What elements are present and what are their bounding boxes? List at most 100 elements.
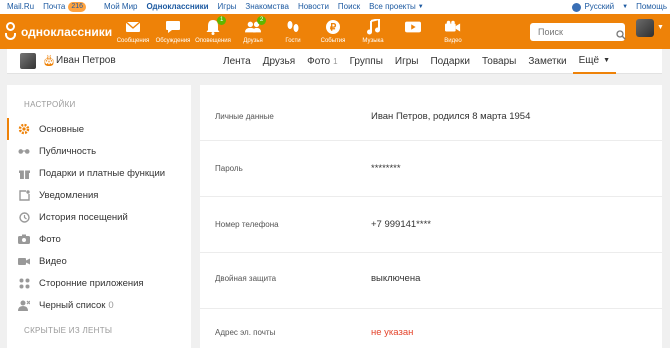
logo-text: одноклассники bbox=[21, 24, 113, 39]
chevron-down-icon[interactable]: ▼ bbox=[657, 24, 664, 31]
sidebar-item-label: Фото bbox=[39, 233, 61, 245]
chevron-down-icon: ▼ bbox=[417, 4, 424, 10]
nav-discussions[interactable]: Обсуждения bbox=[153, 14, 193, 49]
setting-value[interactable]: выключена bbox=[371, 273, 420, 284]
sidebar-item-label: Подарки и платные функции bbox=[39, 167, 166, 179]
glasses-icon bbox=[18, 145, 30, 157]
sidebar-section-hidden[interactable]: СКРЫТЫЕ ИЗ ЛЕНТЫ bbox=[24, 326, 112, 335]
sidebar-item-label: Основные bbox=[39, 123, 85, 135]
avatar[interactable] bbox=[20, 53, 36, 69]
portal-link-dating[interactable]: Знакомства bbox=[245, 0, 289, 14]
sidebar-item-label: Уведомления bbox=[39, 189, 99, 201]
sidebar-item-publicity[interactable]: Публичность bbox=[7, 140, 191, 162]
sidebar-item-basic[interactable]: Основные bbox=[7, 118, 191, 140]
search-input[interactable] bbox=[538, 24, 616, 40]
sidebar-item-blacklist[interactable]: Черный список 0 bbox=[7, 294, 191, 316]
portal-link-all-projects[interactable]: Все проекты ▼ bbox=[369, 0, 433, 14]
chevron-down-icon: ▼ bbox=[622, 4, 629, 10]
ruble-icon: ₽ bbox=[325, 19, 341, 35]
setting-value[interactable]: ******** bbox=[371, 163, 401, 174]
portal-link-news[interactable]: Новости bbox=[298, 0, 329, 14]
profile-name[interactable]: Иван Петров bbox=[56, 55, 116, 66]
nav-notifications[interactable]: 1 Оповещения bbox=[193, 14, 233, 49]
nav-video-play[interactable] bbox=[393, 14, 433, 49]
nav-video[interactable]: Видео bbox=[433, 14, 473, 49]
sidebar-item-label: Сторонние приложения bbox=[39, 277, 144, 289]
chevron-down-icon: ▼ bbox=[603, 57, 610, 64]
setting-value[interactable]: не указан bbox=[371, 327, 413, 338]
portal-right: Русский ▼ Помощь bbox=[564, 0, 667, 14]
sidebar-item-label: Видео bbox=[39, 255, 67, 267]
clock-icon bbox=[18, 211, 30, 223]
notification-icon bbox=[18, 189, 30, 201]
tab-photo[interactable]: Фото 1 bbox=[301, 49, 343, 74]
nav-label: Оповещения bbox=[195, 38, 231, 44]
tab-photo-label: Фото bbox=[307, 56, 331, 67]
birthday-cake-icon: 🎂︎ bbox=[42, 55, 56, 67]
envelope-icon bbox=[125, 19, 141, 35]
nav-label: Сообщения bbox=[116, 38, 150, 44]
setting-value[interactable]: Иван Петров, родился 8 марта 1954 bbox=[371, 111, 530, 122]
ok-logo[interactable]: одноклассники bbox=[3, 22, 112, 41]
settings-row-personal[interactable]: Личные данные Иван Петров, родился 8 мар… bbox=[200, 85, 662, 141]
tab-goods[interactable]: Товары bbox=[476, 49, 522, 74]
globe-icon bbox=[572, 2, 582, 12]
nav-friends[interactable]: 2 Друзья bbox=[233, 14, 273, 49]
tab-photo-count: 1 bbox=[333, 57, 338, 66]
sidebar-item-photo[interactable]: Фото bbox=[7, 228, 191, 250]
notifications-count-badge: 1 bbox=[217, 16, 227, 25]
sidebar-item-apps[interactable]: Сторонние приложения bbox=[7, 272, 191, 294]
setting-value[interactable]: +7 999141**** bbox=[371, 219, 431, 230]
tab-friends[interactable]: Друзья bbox=[257, 49, 301, 74]
search-icon[interactable] bbox=[616, 27, 626, 40]
video-play-icon bbox=[405, 19, 421, 35]
search-box bbox=[530, 23, 626, 41]
sidebar-item-label: Черный список bbox=[39, 299, 106, 311]
portal-link-ok[interactable]: Одноклассники bbox=[147, 0, 209, 14]
nav-label: Обсуждения bbox=[155, 38, 191, 44]
tab-more[interactable]: Ещё ▼ bbox=[572, 49, 616, 74]
portal-link-mailru[interactable]: Mail.Ru bbox=[7, 0, 34, 14]
portal-bar: Mail.Ru Почта 216 Мой Мир Одноклассники И… bbox=[0, 0, 670, 14]
friends-count-badge: 2 bbox=[257, 16, 267, 25]
language-selector[interactable]: Русский ▼ bbox=[572, 0, 628, 14]
portal-link-search[interactable]: Поиск bbox=[338, 0, 360, 14]
sidebar-item-notifications[interactable]: Уведомления bbox=[7, 184, 191, 206]
sidebar-item-video[interactable]: Видео bbox=[7, 250, 191, 272]
settings-row-phone[interactable]: Номер телефона +7 999141**** bbox=[200, 197, 662, 253]
mail-unread-badge: 216 bbox=[68, 2, 87, 12]
tab-games[interactable]: Игры bbox=[389, 49, 425, 74]
all-projects-label: Все проекты bbox=[369, 2, 416, 11]
profile-header: 🎂︎ Иван Петров Лента Друзья Фото 1 Группы… bbox=[7, 49, 662, 74]
settings-row-email[interactable]: Адрес эл. почты не указан bbox=[200, 309, 662, 348]
nav-guests[interactable]: Гости bbox=[273, 14, 313, 49]
blacklist-count: 0 bbox=[108, 299, 114, 311]
nav-label: Музыка bbox=[362, 38, 384, 44]
apps-icon bbox=[18, 277, 30, 289]
tab-feed[interactable]: Лента bbox=[217, 49, 257, 74]
portal-link-mymir[interactable]: Мой Мир bbox=[104, 0, 137, 14]
settings-row-2fa[interactable]: Двойная защита выключена bbox=[200, 253, 662, 309]
nav-events[interactable]: ₽ События bbox=[313, 14, 353, 49]
user-avatar[interactable] bbox=[636, 19, 654, 37]
nav-label: Гости bbox=[285, 38, 301, 44]
portal-link-mail-label: Почта bbox=[43, 2, 66, 11]
tab-groups[interactable]: Группы bbox=[344, 49, 389, 74]
help-link[interactable]: Помощь bbox=[636, 0, 667, 14]
setting-label: Адрес эл. почты bbox=[215, 328, 276, 337]
profile-tabs: Лента Друзья Фото 1 Группы Игры Подарки Т… bbox=[217, 49, 616, 74]
tab-notes[interactable]: Заметки bbox=[522, 49, 572, 74]
footprints-icon bbox=[285, 19, 301, 35]
setting-label: Пароль bbox=[215, 164, 243, 173]
nav-messages[interactable]: Сообщения bbox=[113, 14, 153, 49]
nav-label: Друзья bbox=[243, 38, 263, 44]
settings-row-password[interactable]: Пароль ******** bbox=[200, 141, 662, 197]
tab-gifts[interactable]: Подарки bbox=[424, 49, 475, 74]
gear-icon bbox=[18, 123, 30, 135]
portal-link-games[interactable]: Игры bbox=[218, 0, 237, 14]
sidebar-item-gifts[interactable]: Подарки и платные функции bbox=[7, 162, 191, 184]
nav-label: Видео bbox=[444, 38, 462, 44]
portal-link-mail[interactable]: Почта 216 bbox=[43, 0, 95, 14]
sidebar-item-history[interactable]: История посещений bbox=[7, 206, 191, 228]
nav-music[interactable]: Музыка bbox=[353, 14, 393, 49]
